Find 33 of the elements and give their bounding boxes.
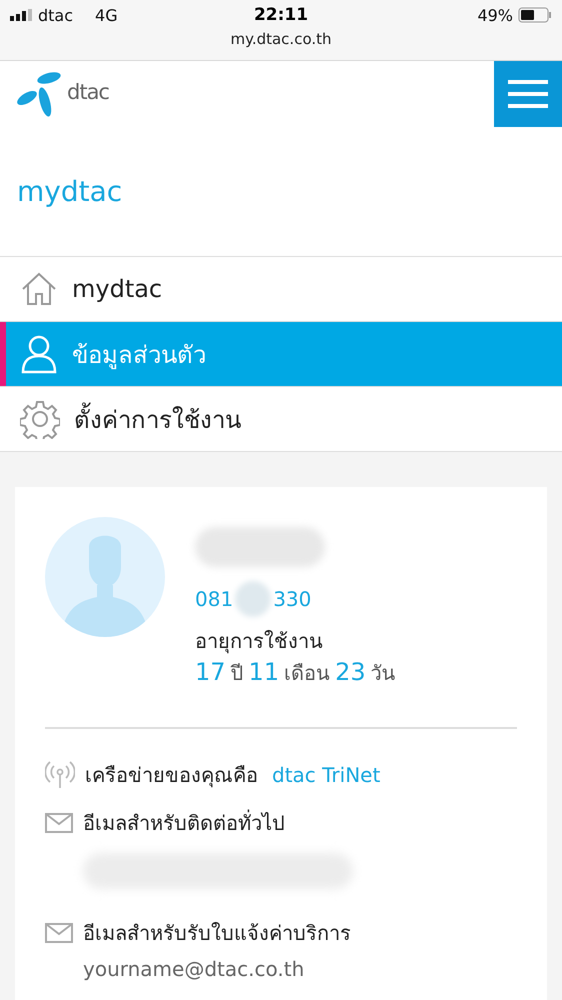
menu-icon — [508, 78, 548, 110]
battery-percentage: 49% — [477, 6, 513, 24]
detail-label: เครือข่ายของคุณคือ — [85, 762, 258, 790]
signal-icon — [10, 9, 32, 21]
usage-number: 11 — [248, 658, 280, 686]
usage-label: อายุการใช้งาน — [195, 628, 324, 656]
usage-number: 23 — [335, 658, 366, 686]
network-type: 4G — [95, 6, 118, 24]
gear-icon — [20, 399, 60, 439]
menu-button[interactable] — [494, 61, 562, 127]
usage-unit: ปี — [230, 660, 244, 687]
usage-number: 17 — [195, 658, 226, 686]
battery-icon — [518, 7, 552, 23]
usage-unit: เดือน — [284, 660, 330, 687]
avatar-icon — [45, 517, 165, 637]
logo-text: dtac — [67, 80, 109, 104]
network-name: dtac TriNet — [272, 763, 380, 787]
detail-label: อีเมลสำหรับติดต่อทั่วไป — [83, 808, 285, 837]
email-address: yourname@dtac.co.th — [83, 957, 306, 981]
carrier-name: dtac — [38, 6, 74, 24]
phone-number: 330 — [273, 587, 312, 611]
antenna-icon — [45, 760, 75, 790]
phone-number: 081 — [195, 587, 234, 611]
redaction-blur — [235, 581, 272, 617]
url-text: my.dtac.co.th — [230, 30, 332, 48]
home-icon — [20, 270, 58, 308]
envelope-icon — [45, 813, 73, 833]
page-title: mydtac — [17, 175, 122, 208]
person-icon — [20, 334, 58, 374]
detail-label: อีเมลสำหรับรับใบแจ้งค่าบริการ — [83, 920, 351, 947]
usage-unit: วัน — [370, 660, 396, 687]
clock-time: 22:11 — [254, 5, 308, 25]
envelope-icon — [45, 923, 73, 943]
